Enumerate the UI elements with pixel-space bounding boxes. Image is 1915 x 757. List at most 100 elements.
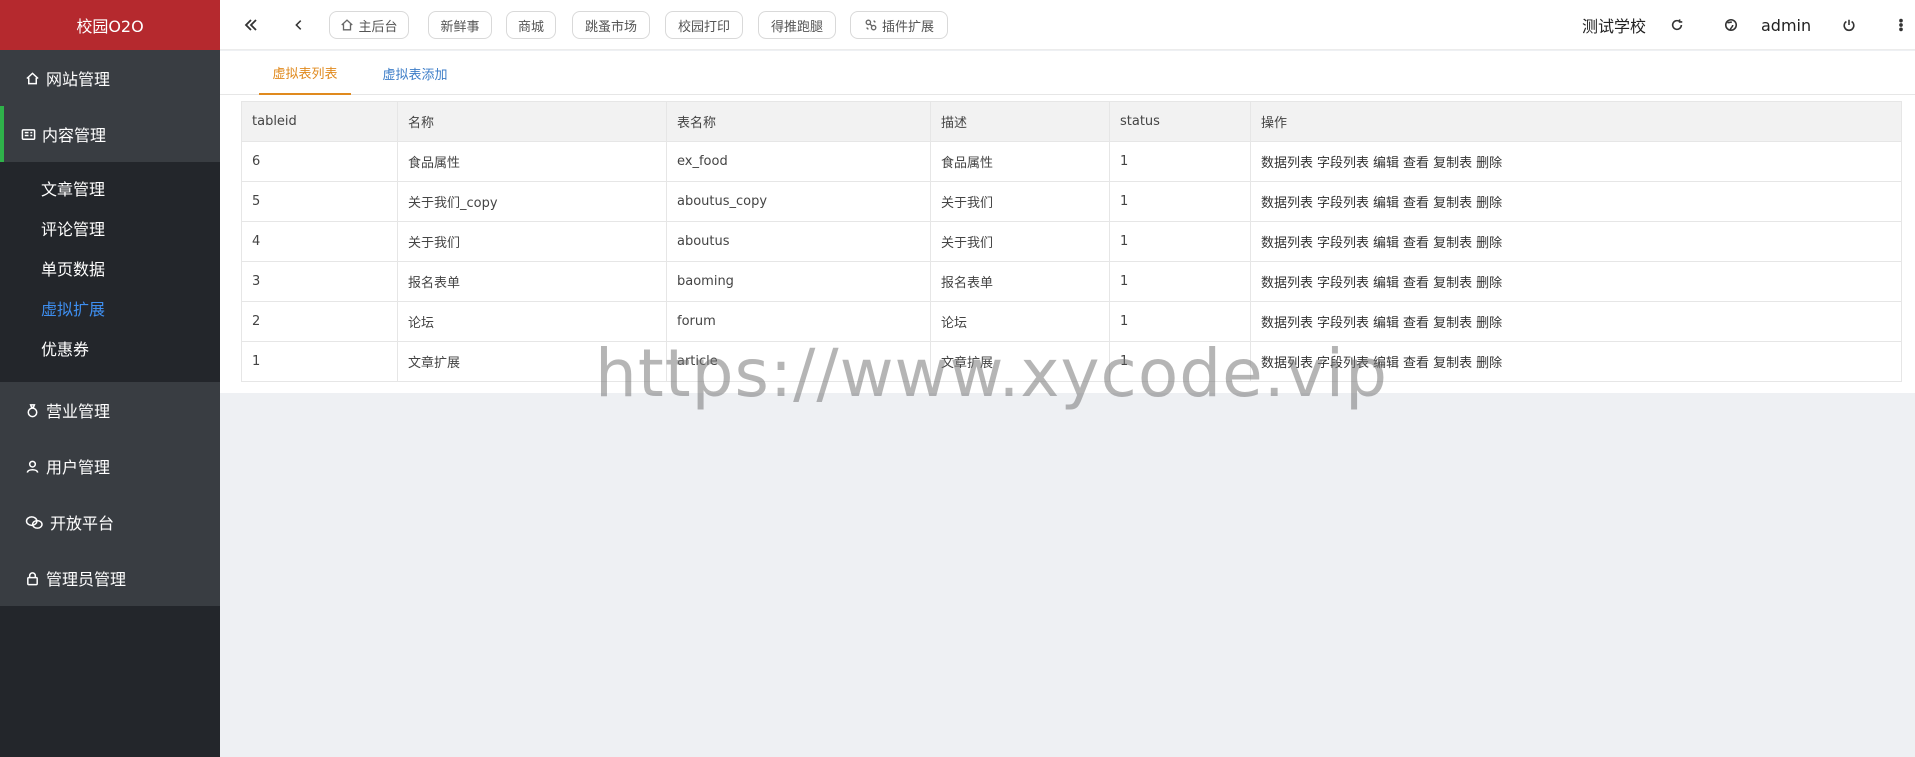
brand-logo[interactable]: 校园O2O <box>0 0 220 50</box>
cell-description: 文章扩展 <box>930 341 1110 382</box>
edit-link[interactable]: 编辑 <box>1373 196 1399 211</box>
view-link[interactable]: 查看 <box>1403 236 1429 251</box>
nav-item-site-management[interactable]: 网站管理 <box>0 50 220 106</box>
delete-link[interactable]: 删除 <box>1476 316 1502 331</box>
pill-label: 商城 <box>517 19 544 35</box>
nav-item-business-management[interactable]: 营业管理 <box>0 382 220 438</box>
submenu-item-coupons[interactable]: 优惠券 <box>0 328 220 368</box>
tab-news[interactable]: 新鲜事 <box>428 11 492 39</box>
delete-link[interactable]: 删除 <box>1476 356 1502 371</box>
submenu-item-comments[interactable]: 评论管理 <box>0 208 220 248</box>
cell-description: 论坛 <box>930 301 1110 342</box>
more-vertical-icon[interactable] <box>1892 0 1910 50</box>
tab-campus-print[interactable]: 校园打印 <box>665 11 743 39</box>
field-list-link[interactable]: 字段列表 <box>1317 196 1369 211</box>
edit-link[interactable]: 编辑 <box>1373 156 1399 171</box>
cell-status: 1 <box>1109 341 1251 382</box>
cell-actions: 数据列表 字段列表 编辑 查看 复制表 删除 <box>1250 261 1902 302</box>
tab-flea-market[interactable]: 跳蚤市场 <box>572 11 650 39</box>
cell-table-name: baoming <box>666 261 931 302</box>
delete-link[interactable]: 删除 <box>1476 196 1502 211</box>
pill-label: 校园打印 <box>677 19 730 35</box>
tab-errand[interactable]: 得推跑腿 <box>758 11 836 39</box>
cell-tableid: 2 <box>241 301 398 342</box>
delete-link[interactable]: 删除 <box>1476 276 1502 291</box>
content-icon <box>20 126 36 142</box>
cell-tableid: 5 <box>241 181 398 222</box>
submenu-item-single-pages[interactable]: 单页数据 <box>0 248 220 288</box>
edit-link[interactable]: 编辑 <box>1373 276 1399 291</box>
nav-item-label: 开放平台 <box>50 514 115 533</box>
power-icon[interactable] <box>1838 0 1860 50</box>
column-header-actions: 操作 <box>1250 101 1902 142</box>
nav-item-content-management[interactable]: 内容管理 <box>0 106 220 162</box>
nav-item-user-management[interactable]: 用户管理 <box>0 438 220 494</box>
field-list-link[interactable]: 字段列表 <box>1317 316 1369 331</box>
globe-icon[interactable] <box>1720 0 1742 50</box>
tab-virtual-table-add[interactable]: 虚拟表添加 <box>365 51 465 95</box>
column-header-table-name: 表名称 <box>666 101 931 142</box>
tab-virtual-table-list[interactable]: 虚拟表列表 <box>259 51 351 95</box>
edit-link[interactable]: 编辑 <box>1373 236 1399 251</box>
tab-mall[interactable]: 商城 <box>506 11 556 39</box>
data-list-link[interactable]: 数据列表 <box>1261 276 1313 291</box>
data-list-link[interactable]: 数据列表 <box>1261 196 1313 211</box>
table-row: 5 关于我们_copy aboutus_copy 关于我们 1 数据列表 字段列表 编辑 查看复… <box>241 181 1902 222</box>
view-link[interactable]: 查看 <box>1403 316 1429 331</box>
field-list-link[interactable]: 字段列表 <box>1317 276 1369 291</box>
table-row: 4 关于我们 aboutus 关于我们 1 数据列表 字段列表 编辑 查看 复制表 删除 <box>241 221 1902 262</box>
nav-item-admin-management[interactable]: 管理员管理 <box>0 550 220 606</box>
copy-table-link[interactable]: 复制表 <box>1433 356 1472 371</box>
view-link[interactable]: 查看 <box>1403 156 1429 171</box>
column-header-description: 描述 <box>930 101 1110 142</box>
cell-status: 1 <box>1109 141 1251 182</box>
view-link[interactable]: 查看 <box>1403 196 1429 211</box>
refresh-icon[interactable] <box>1666 0 1688 50</box>
edit-link[interactable]: 编辑 <box>1373 356 1399 371</box>
cell-actions: 数据列表 字段列表 编辑 查看 复制表 删除 <box>1250 301 1902 342</box>
cell-table-name: ex_food <box>666 141 931 182</box>
copy-table-link[interactable]: 复制表 <box>1433 276 1472 291</box>
field-list-link[interactable]: 字段列表 <box>1317 156 1369 171</box>
data-list-link[interactable]: 数据列表 <box>1261 156 1313 171</box>
cell-status: 1 <box>1109 181 1251 222</box>
cell-tableid: 4 <box>241 221 398 262</box>
table-body: 6 食品属性 ex_food 食品属性 1 数据列表 字段列表 编辑 查看 复制表 删除 5 关于我们_… <box>241 141 1902 382</box>
tab-main-dashboard[interactable]: 主后台 <box>329 11 409 39</box>
collapse-sidebar-icon[interactable] <box>234 0 268 50</box>
content-submenu: 文章管理 评论管理 单页数据 虚拟扩展 优惠券 <box>0 162 220 382</box>
table-row: 6 食品属性 ex_food 食品属性 1 数据列表 字段列表 编辑 查看 复制表 删除 <box>241 141 1902 182</box>
school-name[interactable]: 测试学校 <box>1582 0 1646 50</box>
field-list-link[interactable]: 字段列表 <box>1317 356 1369 371</box>
delete-link[interactable]: 删除 <box>1476 156 1502 171</box>
back-icon[interactable] <box>282 0 316 50</box>
field-list-link[interactable]: 字段列表 <box>1317 236 1369 251</box>
copy-table-link[interactable]: 复制表 <box>1433 196 1472 211</box>
cell-description: 关于我们 <box>930 181 1110 222</box>
table-header-row: tableid 名称 表名称 描述 status 操作 <box>241 101 1902 142</box>
copy-table-link[interactable]: 复制表 <box>1433 236 1472 251</box>
copy-table-link[interactable]: 复制表 <box>1433 316 1472 331</box>
topbar: 主后台 新鲜事 商城 跳蚤市场 校园打印 得推跑腿 插件扩展 测试学校 admi… <box>220 0 1915 50</box>
submenu-item-articles[interactable]: 文章管理 <box>0 168 220 208</box>
data-list-link[interactable]: 数据列表 <box>1261 316 1313 331</box>
submenu-item-virtual-extension[interactable]: 虚拟扩展 <box>0 288 220 328</box>
cell-description: 报名表单 <box>930 261 1110 302</box>
cell-name: 关于我们 <box>397 221 667 262</box>
cell-table-name: forum <box>666 301 931 342</box>
money-bag-icon <box>24 402 40 418</box>
cell-tableid: 6 <box>241 141 398 182</box>
view-link[interactable]: 查看 <box>1403 356 1429 371</box>
home-icon <box>24 70 40 86</box>
data-list-link[interactable]: 数据列表 <box>1261 236 1313 251</box>
copy-table-link[interactable]: 复制表 <box>1433 156 1472 171</box>
edit-link[interactable]: 编辑 <box>1373 316 1399 331</box>
delete-link[interactable]: 删除 <box>1476 236 1502 251</box>
nav-item-open-platform[interactable]: 开放平台 <box>0 494 220 550</box>
admin-username[interactable]: admin <box>1761 0 1811 50</box>
data-list-link[interactable]: 数据列表 <box>1261 356 1313 371</box>
cell-status: 1 <box>1109 261 1251 302</box>
tab-plugin-extension[interactable]: 插件扩展 <box>850 11 948 39</box>
wechat-icon <box>24 514 44 530</box>
view-link[interactable]: 查看 <box>1403 276 1429 291</box>
